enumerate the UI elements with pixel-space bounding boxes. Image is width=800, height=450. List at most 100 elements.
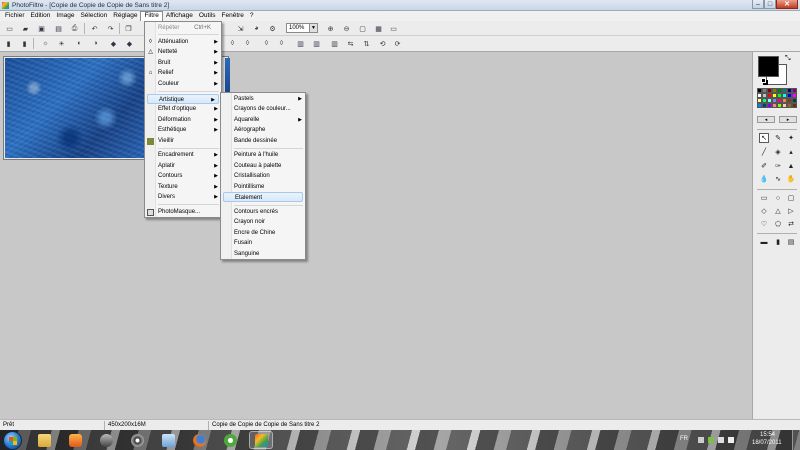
menu-item-fusain[interactable]: Fusain	[221, 238, 305, 248]
undo-icon[interactable]: ↶	[90, 24, 99, 33]
auto-contrast-icon[interactable]: ▮	[20, 39, 29, 48]
magic-selection-icon[interactable]: ⇄	[786, 219, 796, 229]
menu-fenetre[interactable]: Fenêtre	[219, 11, 247, 21]
start-button[interactable]	[3, 431, 22, 450]
redo-icon[interactable]: ↷	[106, 24, 115, 33]
menu-item-aerographe[interactable]: Aérographe	[221, 125, 305, 135]
advanced-brush-tool-icon[interactable]: ✑	[773, 161, 783, 171]
magic-wand-tool-icon[interactable]: ✦	[786, 133, 796, 143]
menu-item-relief[interactable]: ⌂ Relief ▶	[145, 68, 221, 78]
fullscreen-icon[interactable]: ▭	[389, 24, 398, 33]
taskbar-photofiltre[interactable]	[249, 431, 273, 449]
menu-item-bande-dessinee[interactable]: Bande dessinée	[221, 136, 305, 146]
menu-item-deformation[interactable]: Déformation ▶	[145, 115, 221, 125]
palette-icon[interactable]: ◕	[252, 24, 261, 33]
menu-help[interactable]: ?	[247, 11, 257, 21]
contrast-down-icon[interactable]: ◐	[75, 39, 84, 48]
rectangle-selection-icon[interactable]: ▭	[759, 193, 769, 203]
menu-edition[interactable]: Edition	[28, 11, 54, 21]
emboss-icon[interactable]: ◊	[277, 39, 286, 48]
menu-item-peinture-huile[interactable]: Peinture à l'huile	[221, 150, 305, 160]
brightness-down-icon[interactable]: ☼	[41, 39, 50, 48]
triangle-selection-icon[interactable]: △	[773, 206, 783, 216]
rotate-right-icon[interactable]: ⟳	[393, 39, 402, 48]
swap-colors-icon[interactable]: ⤡	[785, 55, 791, 63]
menu-item-etalement[interactable]: Etalement	[223, 192, 303, 202]
triangle-right-selection-icon[interactable]: ▷	[786, 206, 796, 216]
minimize-button[interactable]: –	[752, 0, 764, 9]
menu-reglage[interactable]: Réglage	[110, 11, 140, 21]
menu-item-encre-chine[interactable]: Encre de Chine	[221, 228, 305, 238]
menu-item-texture[interactable]: Texture ▶	[145, 182, 221, 192]
color-palette[interactable]	[757, 88, 797, 108]
taskbar-firefox[interactable]	[187, 431, 211, 449]
taskbar-explorer[interactable]	[32, 431, 56, 449]
menu-item-photomasque[interactable]: PhotoMasque...	[145, 207, 221, 217]
lasso-selection-icon[interactable]: ♡	[759, 219, 769, 229]
scan-icon[interactable]: ▤	[54, 24, 63, 33]
menu-outils[interactable]: Outils	[196, 11, 219, 21]
menu-item-vieillir[interactable]: Vieillir	[145, 136, 221, 146]
new-file-icon[interactable]: ▭	[5, 24, 14, 33]
taskbar-app-4[interactable]	[125, 431, 149, 449]
chevron-down-icon[interactable]: ▼	[310, 23, 318, 33]
brightness-up-icon[interactable]: ☀	[57, 39, 66, 48]
print-icon[interactable]: ⎙	[70, 24, 79, 33]
selection-options-icon[interactable]: ▤	[786, 237, 796, 247]
open-folder-icon[interactable]: ▰	[21, 24, 30, 33]
menu-item-attenuation[interactable]: ◊ Atténuation ▶	[145, 37, 221, 47]
menu-item-artistique[interactable]: Artistique ▶	[147, 94, 219, 104]
brush-tool-icon[interactable]: ✐	[759, 161, 769, 171]
taskbar-app-5[interactable]	[156, 431, 180, 449]
menu-item-effet-optique[interactable]: Effet d'optique ▶	[145, 104, 221, 114]
menu-image[interactable]: Image	[53, 11, 77, 21]
polygon-selection-icon[interactable]: ⬠	[773, 219, 783, 229]
menu-item-couleur[interactable]: Couleur ▶	[145, 79, 221, 89]
blur-tool-icon[interactable]: 💧	[759, 174, 769, 184]
clock-time[interactable]: 15:54	[760, 432, 775, 438]
menu-item-cristallisation[interactable]: Cristallisation	[221, 171, 305, 181]
network-icon[interactable]	[708, 437, 714, 443]
flip-vertical-icon[interactable]: ⇅	[362, 39, 371, 48]
rounded-rect-selection-icon[interactable]: ▢	[786, 193, 796, 203]
spray-tool-icon[interactable]: ▴	[786, 147, 796, 157]
menu-item-esthetique[interactable]: Esthétique ▶	[145, 125, 221, 135]
menu-item-sanguine[interactable]: Sanguine	[221, 249, 305, 259]
zoom-out-icon[interactable]: ⊖	[342, 24, 351, 33]
language-indicator[interactable]: FR	[680, 436, 688, 442]
volume-icon[interactable]	[728, 437, 734, 443]
taskbar-app-3[interactable]	[94, 431, 118, 449]
menu-item-aplatir[interactable]: Aplatir ▶	[145, 161, 221, 171]
saturation-down-icon[interactable]: ◆	[109, 39, 118, 48]
flag-icon[interactable]	[718, 437, 724, 443]
menu-fichier[interactable]: Fichier	[2, 11, 28, 21]
settings-icon[interactable]: ⚙	[268, 24, 277, 33]
image-size-icon[interactable]: ⇲	[236, 24, 245, 33]
save-icon[interactable]: ▣	[37, 24, 46, 33]
copy-icon[interactable]: ❐	[124, 24, 133, 33]
image-canvas[interactable]	[5, 58, 149, 158]
zoom-select[interactable]: 100%	[286, 23, 310, 33]
smudge-tool-icon[interactable]: ∿	[773, 174, 783, 184]
menu-item-nettete[interactable]: △ Netteté ▶	[145, 47, 221, 57]
menu-item-crayons-couleur[interactable]: Crayons de couleur...	[221, 104, 305, 114]
diamond-selection-icon[interactable]: ◇	[759, 206, 769, 216]
taskbar-media-player[interactable]	[63, 431, 87, 449]
menu-item-aquarelle[interactable]: Aquarelle ▶	[221, 115, 305, 125]
clock-date[interactable]: 18/07/2011	[752, 440, 782, 446]
stamp-tool-icon[interactable]: ▲	[786, 161, 796, 171]
menu-item-bruit[interactable]: Bruit ▶	[145, 58, 221, 68]
soften-icon[interactable]: ◊	[262, 39, 271, 48]
palette-swatch[interactable]	[792, 103, 797, 108]
rotate-left-icon[interactable]: ⟲	[378, 39, 387, 48]
taskbar-utorrent[interactable]	[218, 431, 242, 449]
tray-expand-icon[interactable]	[698, 437, 704, 443]
close-button[interactable]: ✕	[776, 0, 798, 9]
eyedropper-tool-icon[interactable]: ✎	[773, 133, 783, 143]
menu-item-pointillisme[interactable]: Pointillisme	[221, 182, 305, 192]
menu-filtre[interactable]: Filtre	[140, 11, 163, 21]
zoom-in-icon[interactable]: ⊕	[326, 24, 335, 33]
palette-prev-button[interactable]: ◂	[757, 116, 775, 123]
menu-item-divers[interactable]: Divers ▶	[145, 192, 221, 202]
auto-level-icon[interactable]: ▮	[4, 39, 13, 48]
